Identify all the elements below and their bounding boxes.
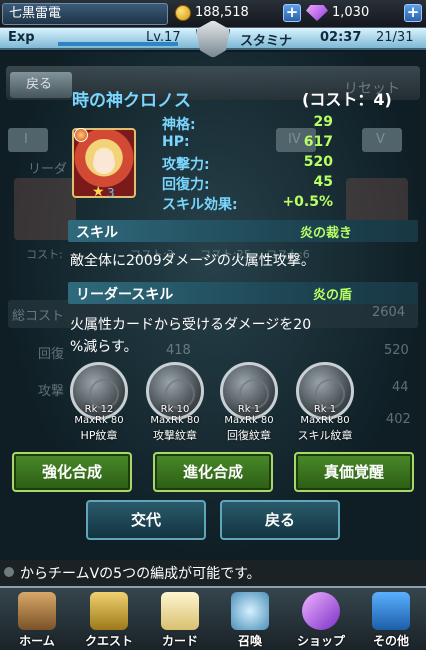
stamina-value: 21/31	[376, 30, 414, 45]
leader-skill-description-line1: 火属性カードから受けるダメージを20	[70, 317, 312, 333]
ticker-text: からチームVの5つの編成が可能です。	[20, 566, 261, 582]
attack-value: 520	[384, 343, 409, 358]
coin-count: 188,518	[195, 5, 249, 20]
attack-crest-badge[interactable]: Rk 10 MaxRk 80 攻撃紋章	[144, 362, 206, 442]
team-cost-1: コスト:	[26, 248, 63, 261]
badge-name: 回復紋章	[227, 429, 271, 442]
home-icon	[18, 592, 56, 630]
gem-count: 1,030	[332, 5, 370, 20]
badge-max-rank: MaxRk 80	[74, 415, 124, 426]
stat-divinity-value: 29	[313, 114, 333, 130]
badge-name: 攻撃紋章	[153, 429, 197, 442]
gem-icon	[306, 5, 328, 21]
stat-recovery-value: 45	[313, 174, 333, 190]
stat-value-b: 402	[386, 412, 411, 427]
header-back-button[interactable]: 戻る	[10, 72, 72, 98]
nav-other[interactable]: その他	[356, 588, 426, 650]
level: Lv.17	[146, 30, 181, 45]
badge-name: HP紋章	[80, 429, 118, 442]
hp-crest-badge[interactable]: Rk 12 MaxRk 80 HP紋章	[68, 362, 130, 442]
nav-card-label: カード	[161, 634, 198, 648]
nav-quest[interactable]: クエスト	[74, 588, 144, 650]
stat-skill-effect-value: +0.5%	[282, 194, 333, 210]
coin-icon	[175, 5, 191, 21]
stat-divinity-label: 神格:	[162, 117, 196, 133]
nav-summon[interactable]: 召喚	[215, 588, 285, 650]
card-cost: (コスト：4)	[302, 90, 392, 109]
skill-name: 炎の裁き	[299, 226, 352, 241]
team-tab-1[interactable]	[8, 128, 48, 152]
stamina-label: スタミナ	[240, 34, 293, 49]
nav-card[interactable]: カード	[145, 588, 215, 650]
star-icon: ★	[92, 184, 105, 200]
nav-other-label: その他	[372, 634, 409, 648]
leader-skill-label: リーダースキル	[76, 287, 174, 303]
stat-skill-effect-label: スキル効果:	[162, 197, 238, 213]
skill-description: 敵全体に2009ダメージの火属性攻撃。	[70, 253, 315, 269]
nav-summon-label: 召喚	[237, 634, 262, 648]
add-coins-button[interactable]: +	[283, 4, 301, 22]
skill-header: スキル 炎の裁き	[68, 220, 418, 242]
evolve-fusion-button[interactable]: 進化合成	[153, 452, 273, 492]
stat-attack-label: 攻撃力:	[162, 157, 210, 173]
badge-name: スキル紋章	[297, 429, 353, 442]
total-cost-label: 総コスト	[12, 309, 65, 324]
enhance-fusion-button[interactable]: 強化合成	[12, 452, 132, 492]
leader-skill-header: リーダースキル 炎の盾	[68, 282, 418, 304]
nav-quest-label: クエスト	[84, 634, 133, 648]
badge-max-rank: MaxRk 80	[300, 415, 350, 426]
card-icon	[161, 592, 199, 630]
stat-hp-value: 617	[303, 134, 333, 150]
skill-crest-badge[interactable]: Rk 1 MaxRk 80 スキル紋章	[294, 362, 356, 442]
stat-hp-label: HP:	[162, 134, 190, 150]
stat-recovery-label: 回復力:	[162, 177, 210, 193]
shop-icon	[302, 592, 340, 630]
add-gems-button[interactable]: +	[404, 4, 422, 22]
other-icon	[372, 592, 410, 630]
badge-rank: Rk 1	[237, 404, 261, 415]
team-tab-4-label: IV	[288, 132, 301, 147]
nav-shop[interactable]: ショップ	[286, 588, 356, 650]
quest-icon	[90, 592, 128, 630]
nav-home[interactable]: ホーム	[2, 588, 72, 650]
portrait-face	[93, 152, 115, 174]
ticker-icon	[4, 567, 14, 577]
skill-label: スキル	[76, 225, 118, 241]
leader-skill-name: 炎の盾	[312, 288, 352, 303]
swap-button[interactable]: 交代	[86, 500, 206, 540]
card-rarity: 3	[107, 186, 115, 200]
recovery-crest-badge[interactable]: Rk 1 MaxRk 80 回復紋章	[218, 362, 280, 442]
stamina-timer: 02:37	[320, 30, 362, 45]
stat-value-a: 44	[392, 380, 409, 395]
news-ticker: からチームVの5つの編成が可能です。	[0, 560, 426, 586]
back-button[interactable]: 戻る	[220, 500, 340, 540]
team-tab-1-label: I	[24, 132, 28, 147]
badge-max-rank: MaxRk 80	[224, 415, 274, 426]
nav-home-label: ホーム	[19, 634, 55, 648]
player-name[interactable]: 七黒雷電	[2, 3, 168, 25]
team-tab-5-label: V	[376, 132, 385, 147]
summon-icon	[231, 592, 269, 630]
stat-attack-value: 520	[303, 154, 333, 170]
badge-rank: Rk 10	[160, 404, 190, 415]
exp-label: Exp	[8, 30, 35, 45]
recovery-label: 回復	[38, 347, 65, 362]
badge-rank: Rk 12	[84, 404, 114, 415]
leader-skill-description-line2: %減らす。	[70, 339, 138, 355]
bottom-navigation: ホーム クエスト カード 召喚 ショップ その他	[0, 586, 426, 650]
fire-attribute-icon	[74, 128, 88, 142]
total-cost-value: 2604	[372, 305, 406, 320]
recovery-value: 418	[166, 343, 191, 358]
badge-max-rank: MaxRk 80	[150, 415, 200, 426]
team-card-1[interactable]	[14, 178, 76, 240]
awaken-button[interactable]: 真価覚醒	[294, 452, 414, 492]
card-name: 時の神クロノス	[72, 91, 191, 111]
attack-label: 攻撃	[38, 384, 65, 399]
badge-rank: Rk 1	[313, 404, 337, 415]
leader-label: リーダ	[28, 162, 68, 177]
nav-shop-label: ショップ	[296, 634, 345, 648]
